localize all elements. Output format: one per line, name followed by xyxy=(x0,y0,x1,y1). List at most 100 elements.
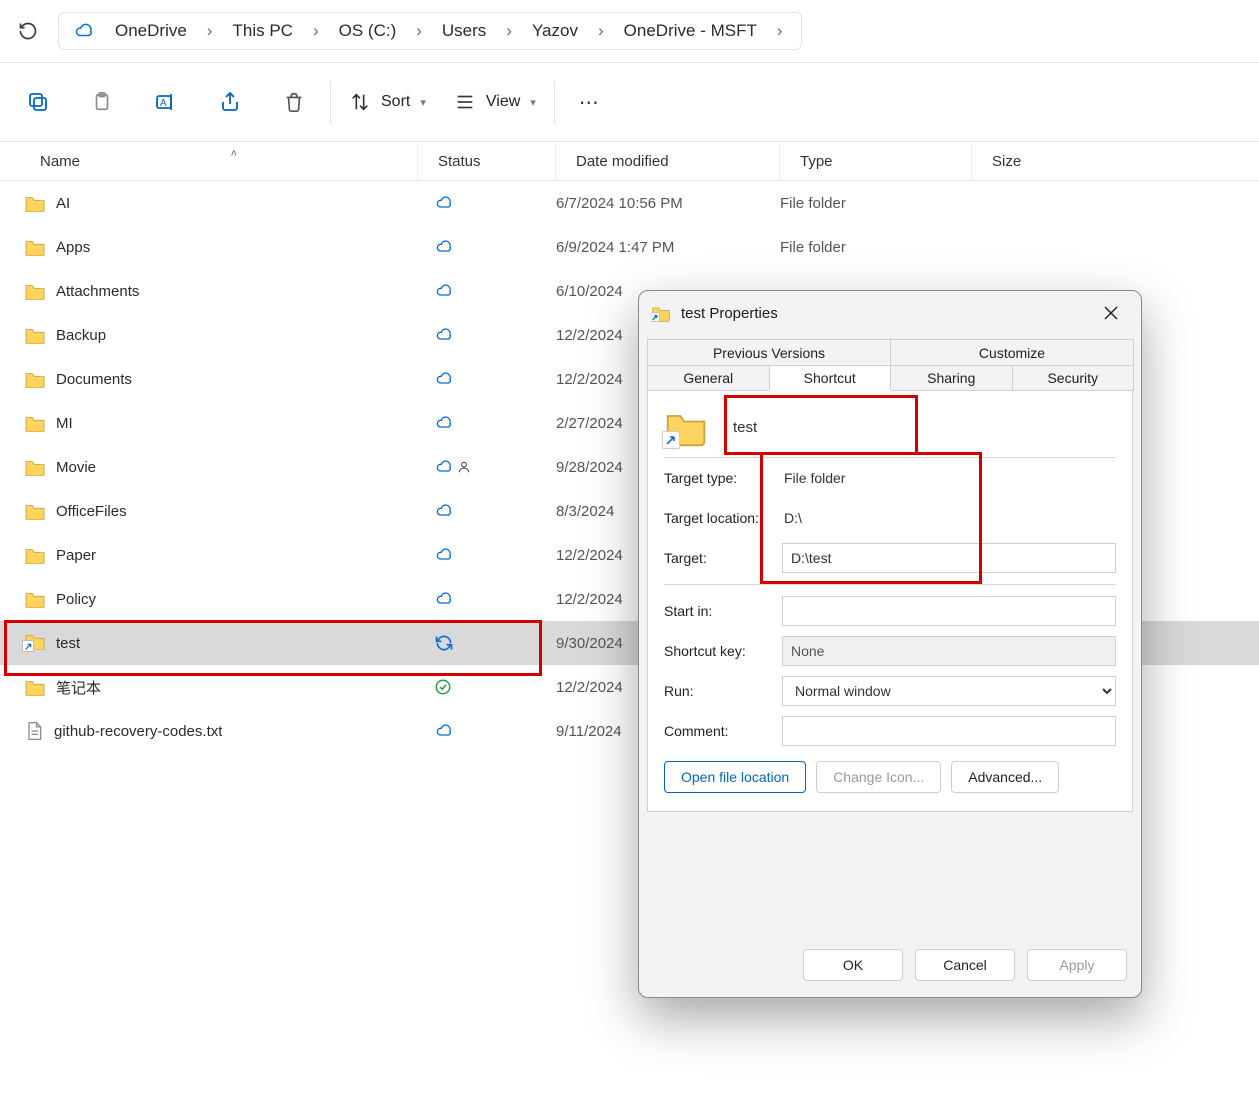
column-label: Type xyxy=(800,153,833,170)
breadcrumb-item[interactable]: This PC xyxy=(222,19,302,43)
ok-button[interactable]: OK xyxy=(803,949,903,981)
column-label: Size xyxy=(992,153,1021,170)
comment-input[interactable] xyxy=(782,716,1116,746)
close-button[interactable] xyxy=(1093,295,1129,331)
tab-sharing[interactable]: Sharing xyxy=(890,365,1013,391)
file-icon xyxy=(24,720,44,742)
dialog-title: test Properties xyxy=(681,305,778,322)
file-name: Attachments xyxy=(56,283,139,300)
type-cell: File folder xyxy=(780,195,972,212)
tab-security[interactable]: Security xyxy=(1012,365,1135,391)
paste-button[interactable] xyxy=(70,74,134,130)
label-start-in: Start in: xyxy=(664,603,772,619)
file-name: test xyxy=(56,635,80,652)
folder-icon xyxy=(24,458,46,476)
more-button[interactable]: ⋯ xyxy=(559,90,622,115)
value-target-type: File folder xyxy=(782,470,1116,486)
chevron-down-icon: ▾ xyxy=(420,96,426,109)
shortcut-key-input[interactable] xyxy=(782,636,1116,666)
label-target: Target: xyxy=(664,550,772,566)
breadcrumb-item[interactable]: OneDrive xyxy=(105,19,197,43)
tab-general[interactable]: General xyxy=(647,365,770,391)
breadcrumb: OneDrive › This PC › OS (C:) › Users › Y… xyxy=(58,12,802,50)
cloud-icon xyxy=(73,22,95,40)
status-cell xyxy=(418,371,556,387)
column-label: Date modified xyxy=(576,153,669,170)
column-date[interactable]: Date modified xyxy=(556,142,780,180)
status-cell xyxy=(418,459,556,475)
folder-icon xyxy=(24,632,46,654)
view-button[interactable]: View ▾ xyxy=(440,74,550,130)
tab-customize[interactable]: Customize xyxy=(890,339,1134,365)
dialog-titlebar[interactable]: test Properties xyxy=(639,291,1141,335)
view-label: View xyxy=(486,93,520,111)
svg-text:A: A xyxy=(160,98,167,109)
label-shortcut-key: Shortcut key: xyxy=(664,643,772,659)
chevron-right-icon[interactable]: › xyxy=(412,21,426,41)
label-run: Run: xyxy=(664,683,772,699)
rename-button[interactable]: A xyxy=(134,74,198,130)
apply-button[interactable]: Apply xyxy=(1027,949,1127,981)
file-name: AI xyxy=(56,195,70,212)
column-label: Name xyxy=(40,153,80,170)
status-cell xyxy=(418,283,556,299)
cancel-button[interactable]: Cancel xyxy=(915,949,1015,981)
status-cell xyxy=(418,195,556,211)
refresh-button[interactable] xyxy=(8,11,48,51)
folder-icon xyxy=(24,282,46,300)
advanced-button[interactable]: Advanced... xyxy=(951,761,1059,793)
folder-icon xyxy=(24,414,46,432)
tab-previous-versions[interactable]: Previous Versions xyxy=(647,339,891,365)
sort-label: Sort xyxy=(381,93,410,111)
tab-shortcut[interactable]: Shortcut xyxy=(769,365,892,391)
folder-shortcut-icon xyxy=(664,407,708,447)
file-name: Backup xyxy=(56,327,106,344)
type-cell: File folder xyxy=(780,239,972,256)
folder-icon xyxy=(24,238,46,256)
column-type[interactable]: Type xyxy=(780,142,972,180)
breadcrumb-item[interactable]: OneDrive - MSFT xyxy=(614,19,767,43)
breadcrumb-item[interactable]: Users xyxy=(432,19,496,43)
target-input[interactable] xyxy=(782,543,1116,573)
file-name: Documents xyxy=(56,371,132,388)
open-file-location-button[interactable]: Open file location xyxy=(664,761,806,793)
breadcrumb-item[interactable]: OS (C:) xyxy=(329,19,407,43)
chevron-right-icon[interactable]: › xyxy=(309,21,323,41)
chevron-right-icon[interactable]: › xyxy=(203,21,217,41)
folder-icon xyxy=(24,590,46,608)
column-size[interactable]: Size xyxy=(972,142,1259,180)
status-cell xyxy=(418,239,556,255)
status-cell xyxy=(418,633,556,653)
table-row[interactable]: AI 6/7/2024 10:56 PMFile folder xyxy=(0,181,1259,225)
properties-dialog: test Properties Previous Versions Custom… xyxy=(638,290,1142,998)
breadcrumb-item[interactable]: Yazov xyxy=(522,19,588,43)
file-name: Paper xyxy=(56,547,96,564)
chevron-right-icon[interactable]: › xyxy=(594,21,608,41)
copy-button[interactable] xyxy=(6,74,70,130)
label-target-type: Target type: xyxy=(664,470,772,486)
date-cell: 6/9/2024 1:47 PM xyxy=(556,239,780,256)
chevron-right-icon[interactable]: › xyxy=(773,21,787,41)
table-row[interactable]: Apps 6/9/2024 1:47 PMFile folder xyxy=(0,225,1259,269)
status-cell xyxy=(418,327,556,343)
column-status[interactable]: Status xyxy=(418,142,556,180)
change-icon-button[interactable]: Change Icon... xyxy=(816,761,941,793)
sort-button[interactable]: Sort ▾ xyxy=(335,74,440,130)
column-headers: Name ˄ Status Date modified Type Size xyxy=(0,141,1259,181)
file-name: Apps xyxy=(56,239,90,256)
divider xyxy=(330,81,331,123)
run-select[interactable]: Normal window xyxy=(782,676,1116,706)
label-target-location: Target location: xyxy=(664,510,772,526)
delete-button[interactable] xyxy=(262,74,326,130)
caret-up-icon: ˄ xyxy=(231,148,237,160)
folder-icon xyxy=(24,194,46,212)
date-cell: 6/7/2024 10:56 PM xyxy=(556,195,780,212)
start-in-input[interactable] xyxy=(782,596,1116,626)
chevron-right-icon[interactable]: › xyxy=(502,21,516,41)
file-name: 笔记本 xyxy=(56,677,101,698)
column-name[interactable]: Name ˄ xyxy=(0,142,418,180)
shortcut-name-input[interactable] xyxy=(726,410,896,444)
label-comment: Comment: xyxy=(664,723,772,739)
divider xyxy=(554,81,555,123)
share-button[interactable] xyxy=(198,74,262,130)
